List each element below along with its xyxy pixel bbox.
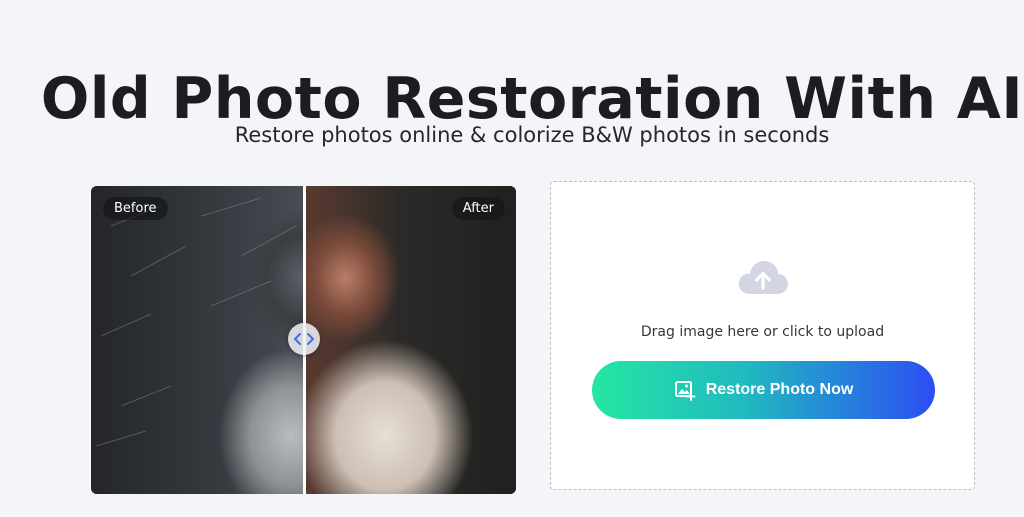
after-label: After: [451, 197, 505, 220]
photo-scratches: [95, 197, 297, 447]
before-after-comparison[interactable]: Before After: [91, 186, 516, 494]
restore-photo-button[interactable]: Restore Photo Now: [592, 361, 935, 419]
upload-dropzone[interactable]: Drag image here or click to upload Resto…: [550, 181, 975, 490]
cloud-upload-icon: [738, 261, 788, 294]
restore-photo-button-label: Restore Photo Now: [705, 381, 854, 398]
chevron-left-right-icon: [294, 333, 314, 345]
upload-hint: Drag image here or click to upload: [640, 324, 885, 340]
add-image-icon: [674, 381, 696, 401]
before-label: Before: [103, 197, 168, 220]
page-subtitle: Restore photos online & colorize B&W pho…: [234, 123, 830, 147]
compare-slider-handle[interactable]: [288, 323, 320, 355]
after-image: [305, 186, 516, 494]
